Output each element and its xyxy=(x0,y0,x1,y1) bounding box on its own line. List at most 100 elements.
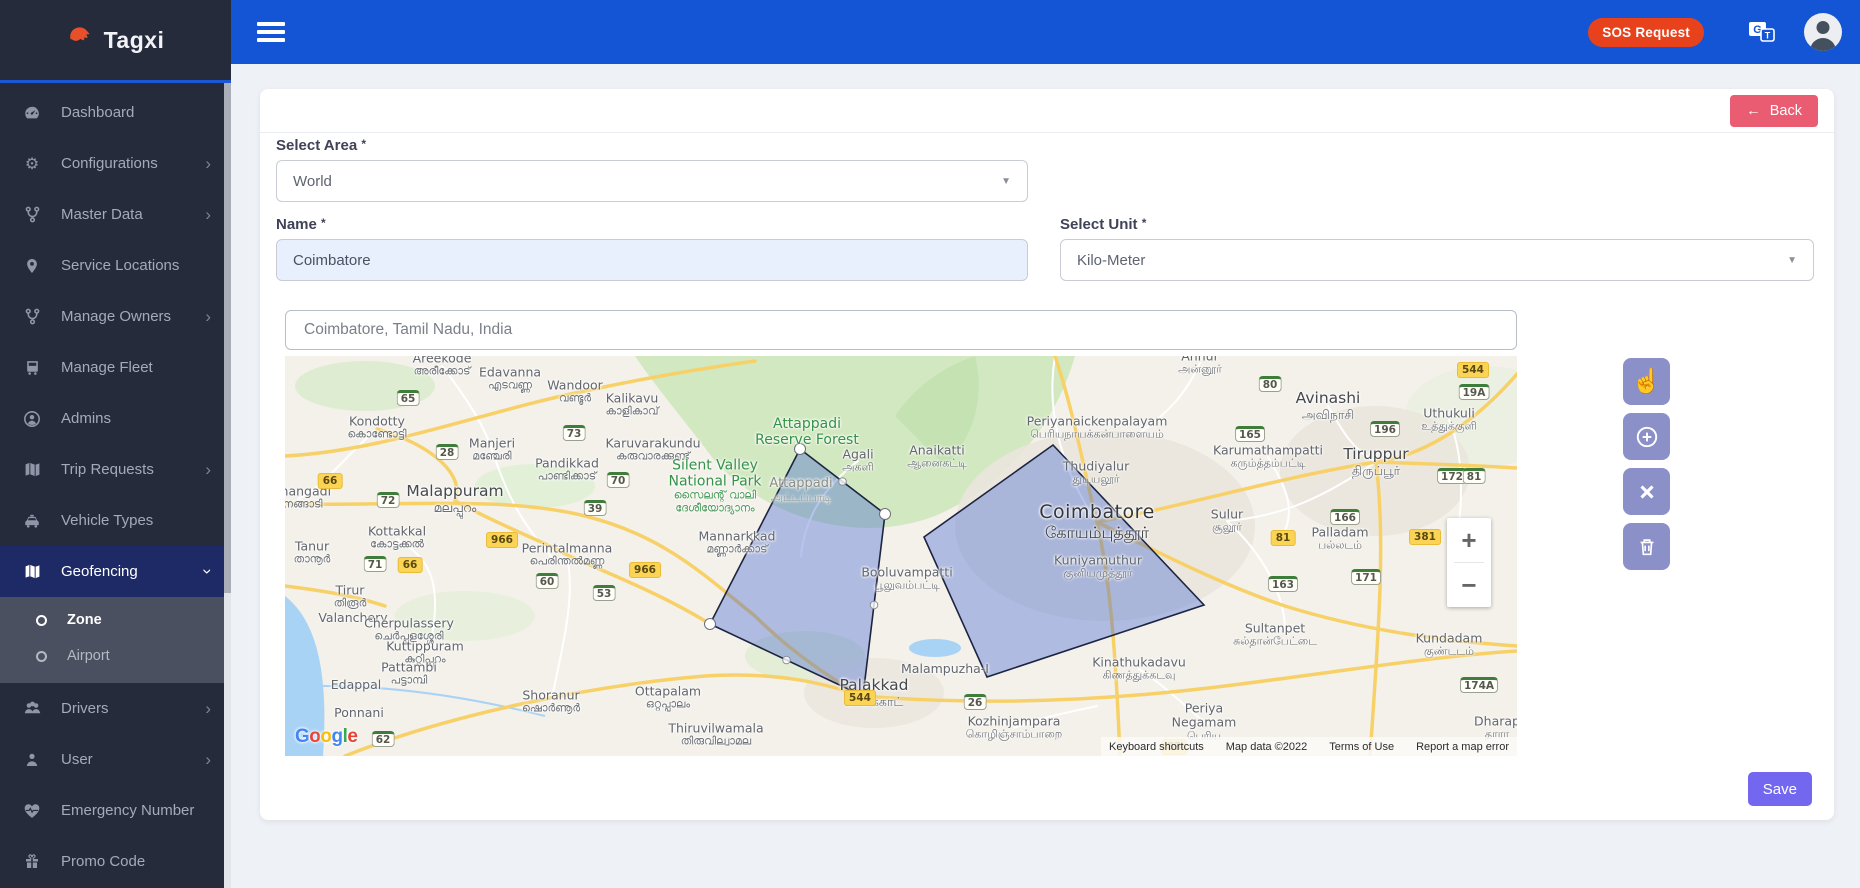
add-polygon-tool-button[interactable] xyxy=(1623,413,1670,460)
plus-circle-icon xyxy=(1634,424,1660,450)
sidebar-item-label: Manage Fleet xyxy=(61,359,153,376)
sidebar-item-vehicle-types[interactable]: Vehicle Types xyxy=(0,495,231,546)
polygon-vertex-handle[interactable] xyxy=(795,444,806,455)
polygon-midpoint-handle[interactable] xyxy=(751,533,759,541)
google-logo[interactable]: Google xyxy=(295,726,357,748)
sidebar-item-geofencing[interactable]: Geofencing › xyxy=(0,546,231,597)
caret-down-icon: ▼ xyxy=(1001,176,1011,187)
radio-circle-icon xyxy=(36,651,47,662)
sidebar-item-dashboard[interactable]: Dashboard xyxy=(0,87,231,138)
sidebar-item-label: Promo Code xyxy=(61,853,145,870)
polygon-vertex-handle[interactable] xyxy=(858,691,869,702)
chevron-right-icon: › xyxy=(205,308,211,325)
user-icon xyxy=(22,750,42,770)
chevron-right-icon: › xyxy=(205,206,211,223)
sidebar-subitem-airport[interactable]: Airport xyxy=(0,638,231,674)
sidebar-item-label: Manage Owners xyxy=(61,308,171,325)
sidebar-item-trip-requests[interactable]: Trip Requests › xyxy=(0,444,231,495)
sidebar-item-label: Vehicle Types xyxy=(61,512,153,529)
geofencing-submenu: Zone Airport xyxy=(0,597,231,683)
topbar: SOS Request GT xyxy=(231,0,1860,64)
close-icon xyxy=(1636,481,1658,503)
polygon-midpoint-handle[interactable] xyxy=(783,656,791,664)
sidebar-item-master-data[interactable]: Master Data › xyxy=(0,189,231,240)
sidebar: Tagxi Dashboard ⚙ Configurations › Maste… xyxy=(0,0,231,888)
sidebar-item-label: Geofencing xyxy=(61,563,138,580)
hand-icon: ☝ xyxy=(1632,367,1662,396)
geofence-polygon[interactable] xyxy=(924,445,1204,677)
sidebar-item-label: Admins xyxy=(61,410,111,427)
sidebar-item-promo-code[interactable]: Promo Code xyxy=(0,836,231,887)
radio-circle-icon xyxy=(36,615,47,626)
hamburger-menu-icon[interactable] xyxy=(257,18,285,47)
sidebar-item-admins[interactable]: Admins xyxy=(0,393,231,444)
sidebar-item-drivers[interactable]: Drivers › xyxy=(0,683,231,734)
pan-hand-tool-button[interactable]: ☝ xyxy=(1623,358,1670,405)
chevron-right-icon: › xyxy=(205,461,211,478)
sidebar-item-label: Configurations xyxy=(61,155,158,172)
name-input[interactable] xyxy=(276,239,1028,281)
sidebar-subitem-label: Zone xyxy=(67,612,102,628)
sidebar-subitem-zone[interactable]: Zone xyxy=(0,602,231,638)
zone-form-card: ← Back Select Area * World ▼ Name * Sele… xyxy=(260,89,1834,820)
map-search-input[interactable] xyxy=(285,310,1517,350)
chevron-right-icon: › xyxy=(205,155,211,172)
polygon-midpoint-handle[interactable] xyxy=(870,601,878,609)
zoom-out-button[interactable]: − xyxy=(1447,563,1491,607)
report-map-error-link[interactable]: Report a map error xyxy=(1416,741,1509,753)
sidebar-item-manage-owners[interactable]: Manage Owners › xyxy=(0,291,231,342)
delete-tool-button[interactable] xyxy=(1623,523,1670,570)
chevron-right-icon: › xyxy=(205,700,211,717)
caret-down-icon: ▼ xyxy=(1787,255,1797,266)
save-button[interactable]: Save xyxy=(1748,772,1812,806)
sidebar-item-label: Drivers xyxy=(61,700,109,717)
polygon-vertex-handle[interactable] xyxy=(705,619,716,630)
map-data-text: Map data ©2022 xyxy=(1226,741,1308,753)
select-unit-dropdown[interactable]: Kilo-Meter ▼ xyxy=(1060,239,1814,281)
sidebar-item-label: Emergency Number xyxy=(61,802,194,819)
sidebar-item-manage-fleet[interactable]: Manage Fleet xyxy=(0,342,231,393)
map-icon xyxy=(22,460,42,480)
map-icon xyxy=(22,562,42,582)
branch-icon xyxy=(22,307,42,327)
sidebar-item-service-locations[interactable]: Service Locations xyxy=(0,240,231,291)
gear-icon: ⚙ xyxy=(22,154,42,174)
map-tools: ☝ xyxy=(1623,358,1670,570)
sos-request-button[interactable]: SOS Request xyxy=(1588,18,1704,47)
avatar[interactable] xyxy=(1804,13,1842,51)
geofence-polygon[interactable] xyxy=(710,449,885,696)
sidebar-item-label: Dashboard xyxy=(61,104,134,121)
admin-user-icon xyxy=(22,409,42,429)
terms-of-use-link[interactable]: Terms of Use xyxy=(1329,741,1394,753)
brand[interactable]: Tagxi xyxy=(0,0,231,80)
required-mark: * xyxy=(1142,216,1147,230)
geofence-overlay[interactable] xyxy=(285,356,1517,756)
sidebar-scrollbar-thumb[interactable] xyxy=(224,83,231,593)
map-attribution: Keyboard shortcuts Map data ©2022 Terms … xyxy=(1101,737,1517,756)
polygon-vertex-handle[interactable] xyxy=(880,509,891,520)
dashboard-icon xyxy=(22,103,42,123)
sidebar-item-emergency-number[interactable]: Emergency Number xyxy=(0,785,231,836)
zoom-in-button[interactable]: + xyxy=(1447,518,1491,562)
polygon-midpoint-handle[interactable] xyxy=(839,478,847,486)
brand-name: Tagxi xyxy=(104,27,165,54)
sidebar-item-configurations[interactable]: ⚙ Configurations › xyxy=(0,138,231,189)
branch-icon xyxy=(22,205,42,225)
select-area-value: World xyxy=(293,173,332,190)
back-arrow-icon: ← xyxy=(1746,103,1761,119)
sidebar-item-label: User xyxy=(61,751,93,768)
select-unit-label: Select Unit * xyxy=(1060,216,1146,233)
required-mark: * xyxy=(321,216,326,230)
select-area-dropdown[interactable]: World ▼ xyxy=(276,160,1028,202)
required-mark: * xyxy=(361,137,366,151)
select-unit-value: Kilo-Meter xyxy=(1077,252,1145,269)
translate-icon[interactable]: GT xyxy=(1748,20,1776,44)
sidebar-item-user[interactable]: User › xyxy=(0,734,231,785)
map-canvas[interactable]: Areekodeഅരീക്കോട്Edavannaഎടവണ്ണWandoorവണ… xyxy=(285,356,1517,756)
cancel-tool-button[interactable] xyxy=(1623,468,1670,515)
card-header: ← Back xyxy=(260,89,1834,133)
keyboard-shortcuts-link[interactable]: Keyboard shortcuts xyxy=(1109,741,1204,753)
people-icon xyxy=(22,699,42,719)
chevron-right-icon: › xyxy=(205,751,211,768)
back-button[interactable]: ← Back xyxy=(1730,95,1818,127)
